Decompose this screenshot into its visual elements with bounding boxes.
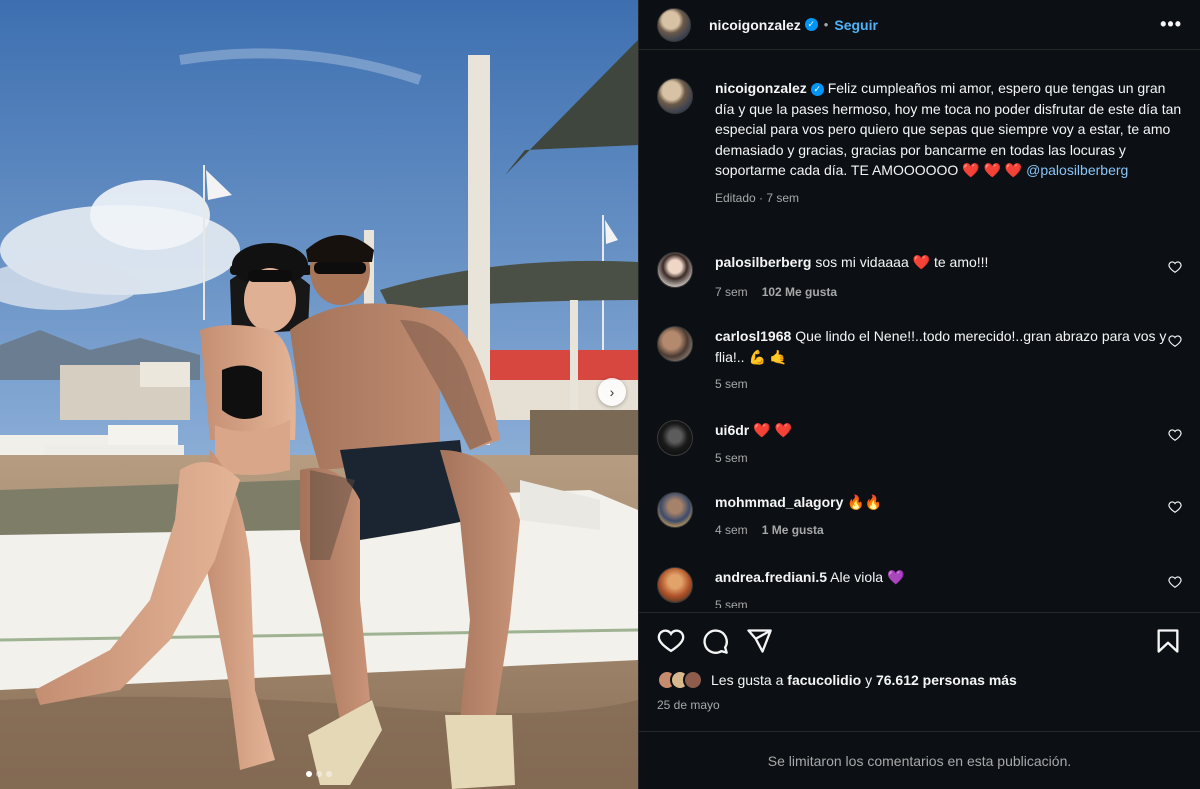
separator-dot: • xyxy=(823,17,829,32)
comment-likes[interactable]: 1 Me gusta xyxy=(762,523,824,537)
liker-avatar xyxy=(683,670,703,690)
heart-icon[interactable] xyxy=(1168,575,1182,589)
comment-time: 5 sem xyxy=(715,597,748,609)
comment-meta: 7 sem 102 Me gusta xyxy=(715,285,1182,299)
comment-item: ui6dr ❤️ ❤️ 5 sem xyxy=(657,420,1182,465)
comment-meta: 5 sem xyxy=(715,377,1182,391)
comment-emoji: 💪 🤙 xyxy=(748,348,788,365)
bookmark-icon xyxy=(1157,628,1179,653)
heart-icon xyxy=(657,628,685,652)
save-button[interactable] xyxy=(1154,627,1182,655)
comment-username[interactable]: palosilberberg xyxy=(715,254,811,270)
comment-avatar[interactable] xyxy=(657,492,693,528)
post-actions-bar xyxy=(639,612,1200,668)
carousel-dot-2 xyxy=(316,771,322,777)
caption-avatar[interactable] xyxy=(657,78,693,114)
comment-body-end: te amo!!! xyxy=(933,254,989,270)
comment-item: mohmmad_alagory 🔥🔥 4 sem 1 Me gusta xyxy=(657,492,1182,537)
comment-avatar[interactable] xyxy=(657,326,693,362)
caption-mention-link[interactable]: @palosilberberg xyxy=(1026,162,1128,178)
comment-icon xyxy=(703,628,728,654)
likes-count[interactable]: 76.612 personas más xyxy=(876,672,1017,688)
comment-username[interactable]: ui6dr xyxy=(715,422,749,438)
likes-user[interactable]: facucolidio xyxy=(787,672,861,688)
comment-body: Ale viola xyxy=(830,569,884,585)
like-button[interactable] xyxy=(657,627,685,655)
author-avatar[interactable] xyxy=(657,7,691,42)
liker-avatars xyxy=(657,670,703,690)
share-button[interactable] xyxy=(745,627,773,655)
comment-time: 5 sem xyxy=(715,450,748,465)
verified-badge-icon: ✓ xyxy=(804,18,818,31)
comment-username[interactable]: mohmmad_alagory xyxy=(715,494,843,510)
heart-icon[interactable] xyxy=(1168,428,1182,442)
comment-meta: 4 sem 1 Me gusta xyxy=(715,523,1182,537)
heart-icon[interactable] xyxy=(1168,500,1182,514)
comment-item: carlosl1968 Que lindo el Nene!!..todo me… xyxy=(657,326,1182,391)
carousel-dot-1 xyxy=(306,771,312,777)
comment-item: andrea.frediani.5 Ale viola 💜 5 sem xyxy=(657,567,1182,608)
comment-text: andrea.frediani.5 Ale viola 💜 xyxy=(715,567,1182,588)
caption-text: nicoigonzalez ✓ Feliz cumpleaños mi amor,… xyxy=(715,78,1182,181)
comment-emoji: 💜 xyxy=(886,569,905,585)
likes-text: Les gusta a facucolidio y 76.612 persona… xyxy=(711,672,1017,688)
comment-time: 5 sem xyxy=(715,377,748,391)
comment-emoji: ❤️ xyxy=(912,254,931,270)
comment-avatar[interactable] xyxy=(657,420,693,456)
heart-icon[interactable] xyxy=(1168,334,1182,348)
comment-time: 4 sem xyxy=(715,522,748,537)
post-viewer: › nicoigonzalez ✓ • Seguir ••• nicoigonz… xyxy=(0,0,1200,789)
post-side-panel: nicoigonzalez ✓ • Seguir ••• nicoigonzal… xyxy=(638,0,1200,789)
more-options-icon[interactable]: ••• xyxy=(1160,14,1182,35)
likes-connector: y xyxy=(865,672,873,688)
post-header: nicoigonzalez ✓ • Seguir ••• xyxy=(639,0,1200,50)
comment-likes[interactable]: 102 Me gusta xyxy=(762,285,837,299)
comment-avatar[interactable] xyxy=(657,567,693,603)
comment-text: carlosl1968 Que lindo el Nene!!..todo me… xyxy=(715,326,1182,367)
comment-username[interactable]: carlosl1968 xyxy=(715,328,791,344)
comment-item: palosilberberg sos mi vidaaaa ❤️ te amo!… xyxy=(657,252,1182,299)
comment-avatar[interactable] xyxy=(657,252,693,288)
caption-meta: Editado · 7 sem xyxy=(715,191,1182,205)
carousel-indicator xyxy=(0,771,638,777)
comment-button[interactable] xyxy=(701,627,729,655)
verified-badge-icon: ✓ xyxy=(810,82,824,96)
caption: nicoigonzalez ✓ Feliz cumpleaños mi amor,… xyxy=(657,78,1182,205)
comment-time: 7 sem xyxy=(715,284,748,299)
comment-text: palosilberberg sos mi vidaaaa ❤️ te amo!… xyxy=(715,252,1182,273)
author-username[interactable]: nicoigonzalez xyxy=(709,17,801,33)
caption-username[interactable]: nicoigonzalez xyxy=(715,80,807,96)
heart-icon[interactable] xyxy=(1168,260,1182,274)
likes-summary[interactable]: Les gusta a facucolidio y 76.612 persona… xyxy=(657,670,1017,690)
comment-text: mohmmad_alagory 🔥🔥 xyxy=(715,492,1182,513)
comments-limited-notice: Se limitaron los comentarios en esta pub… xyxy=(639,731,1200,789)
share-icon xyxy=(747,628,772,653)
comment-emoji: 🔥🔥 xyxy=(847,494,883,510)
comments-list[interactable]: nicoigonzalez ✓ Feliz cumpleaños mi amor,… xyxy=(639,60,1200,608)
post-date: 25 de mayo xyxy=(657,698,720,712)
caption-hearts: ❤️ ❤️ ❤️ xyxy=(962,162,1023,178)
comment-meta: 5 sem xyxy=(715,598,1182,609)
comment-meta: 5 sem xyxy=(715,451,1182,465)
next-arrow-icon[interactable]: › xyxy=(598,378,626,406)
post-photo[interactable]: › xyxy=(0,0,638,789)
follow-button[interactable]: Seguir xyxy=(834,17,878,33)
beach-photo-illustration xyxy=(0,0,638,789)
caption-edited-time: Editado · 7 sem xyxy=(715,190,800,205)
carousel-dot-3 xyxy=(326,771,332,777)
likes-prefix: Les gusta a xyxy=(711,672,784,688)
comment-emoji: ❤️ ❤️ xyxy=(753,422,792,438)
comment-username[interactable]: andrea.frediani.5 xyxy=(715,569,827,585)
comment-body: sos mi vidaaaa xyxy=(815,254,909,270)
comment-text: ui6dr ❤️ ❤️ xyxy=(715,420,1182,441)
